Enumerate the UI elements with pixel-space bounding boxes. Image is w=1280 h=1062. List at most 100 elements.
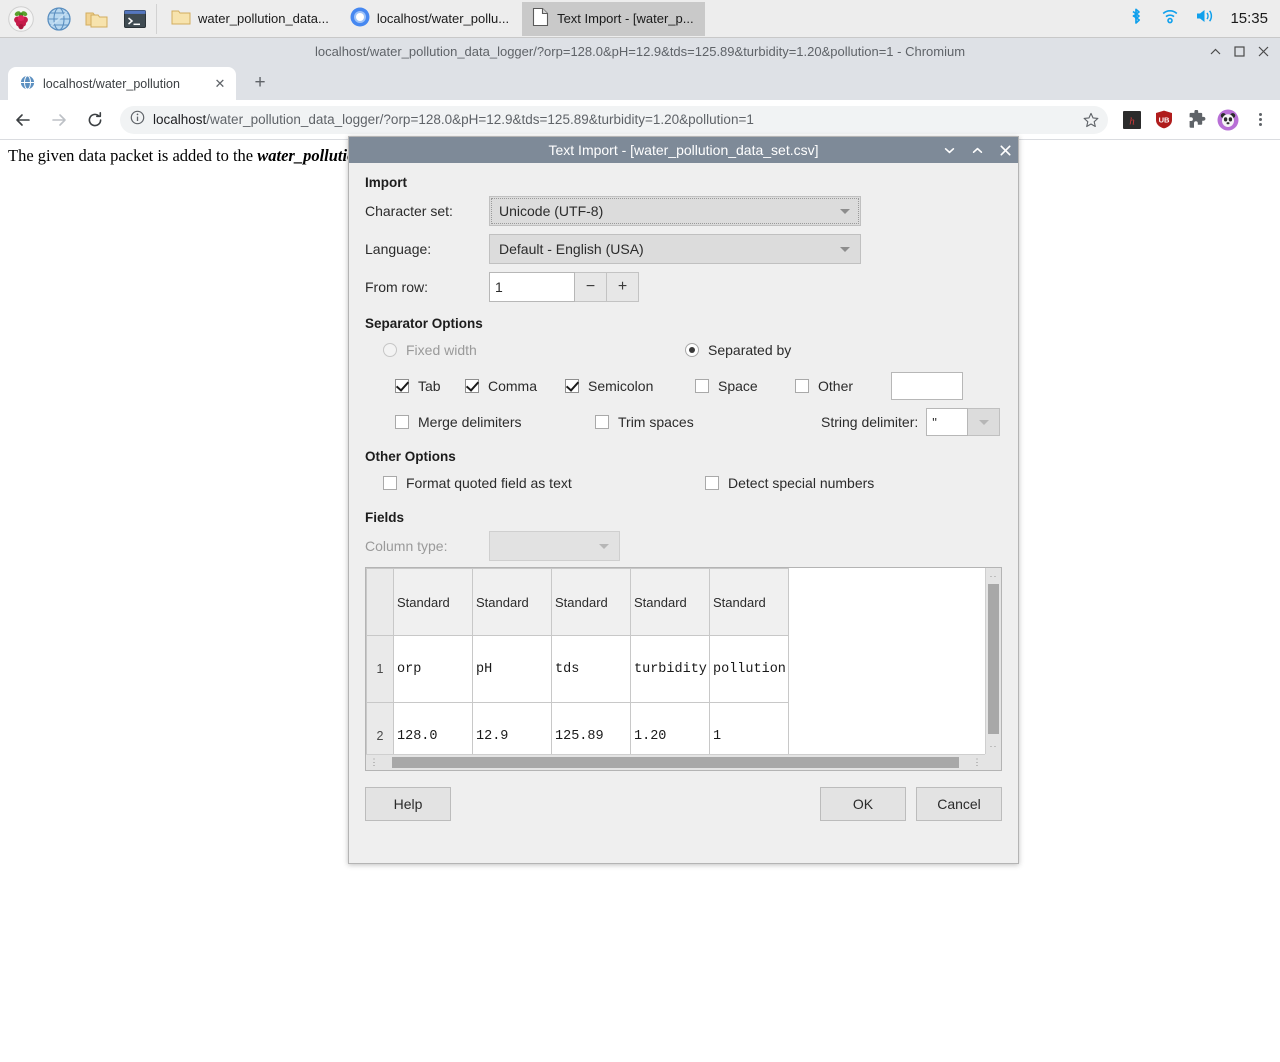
back-button[interactable]	[8, 105, 38, 135]
tab-close-icon[interactable]: ✕	[212, 76, 228, 92]
string-delimiter-label: String delimiter:	[821, 414, 918, 430]
separator-semicolon-label: Semicolon	[588, 378, 653, 394]
fixed-width-radio[interactable]	[383, 343, 397, 357]
separator-space-checkbox[interactable]	[695, 379, 709, 393]
from-row-decrement-button[interactable]: −	[575, 272, 607, 302]
column-header-3[interactable]: Standard	[631, 569, 710, 636]
trim-spaces-item[interactable]: Trim spaces	[595, 414, 821, 430]
separated-by-radio[interactable]	[685, 343, 699, 357]
format-quoted-item[interactable]: Format quoted field as text	[383, 475, 705, 491]
format-quoted-checkbox[interactable]	[383, 476, 397, 490]
merge-delimiters-checkbox[interactable]	[395, 415, 409, 429]
grid-vertical-scrollbar[interactable]: ·· ··	[985, 568, 1001, 754]
separator-space-checkbox-item[interactable]: Space	[695, 378, 795, 394]
grid-horizontal-scrollbar[interactable]: ⋮ ⋮	[366, 754, 985, 770]
language-value: Default - English (USA)	[499, 241, 834, 257]
grid-viewport: Standard Standard Standard Standard Stan…	[366, 568, 1001, 770]
fields-section: Fields Column type: Standard Standard S	[365, 510, 1002, 771]
chromium-icon	[349, 6, 371, 31]
column-header-4[interactable]: Standard	[710, 569, 789, 636]
reload-button[interactable]	[80, 105, 110, 135]
scrollbar-down-grip[interactable]: ··	[986, 738, 1001, 754]
separator-comma-checkbox[interactable]	[465, 379, 479, 393]
dialog-maximize-button[interactable]	[970, 143, 984, 157]
dialog-close-button[interactable]	[998, 143, 1012, 157]
scrollbar-left-grip[interactable]: ⋮	[366, 757, 382, 768]
column-header-0[interactable]: Standard	[394, 569, 473, 636]
fixed-width-radio-item[interactable]: Fixed width	[365, 342, 685, 358]
merge-delimiters-item[interactable]: Merge delimiters	[395, 414, 595, 430]
data-preview-grid[interactable]: Standard Standard Standard Standard Stan…	[365, 567, 1002, 771]
taskbar-clock: 15:35	[1230, 10, 1268, 27]
dialog-footer: Help OK Cancel	[349, 787, 1018, 821]
character-set-dropdown[interactable]: Unicode (UTF-8)	[489, 196, 861, 226]
language-dropdown[interactable]: Default - English (USA)	[489, 234, 861, 264]
dialog-minimize-button[interactable]	[942, 143, 956, 157]
ublock-origin-extension-icon[interactable]: UB	[1152, 108, 1176, 132]
taskbar-window-file-manager[interactable]: water_pollution_data...	[163, 2, 340, 36]
browser-tab[interactable]: localhost/water_pollution ✕	[8, 67, 236, 100]
taskbar-window-chromium[interactable]: localhost/water_pollu...	[342, 2, 520, 36]
detect-numbers-checkbox[interactable]	[705, 476, 719, 490]
extensions-puzzle-icon[interactable]	[1184, 108, 1208, 132]
ok-button[interactable]: OK	[820, 787, 906, 821]
chrome-menu-button[interactable]	[1248, 108, 1272, 132]
separator-other-input[interactable]	[891, 372, 963, 400]
scrollbar-up-grip[interactable]: ··	[986, 568, 1001, 584]
window-close-button[interactable]	[1256, 44, 1270, 58]
separator-tab-checkbox[interactable]	[395, 379, 409, 393]
web-browser-icon[interactable]	[44, 4, 74, 34]
bookmark-star-icon[interactable]	[1080, 109, 1102, 131]
wifi-icon[interactable]	[1160, 6, 1180, 31]
string-delimiter-dropdown-button[interactable]	[968, 408, 1000, 436]
language-label: Language:	[365, 241, 489, 257]
column-header-2[interactable]: Standard	[552, 569, 631, 636]
column-header-1[interactable]: Standard	[473, 569, 552, 636]
separator-comma-checkbox-item[interactable]: Comma	[465, 378, 565, 394]
new-tab-button[interactable]: +	[246, 69, 274, 97]
separated-by-radio-item[interactable]: Separated by	[685, 342, 791, 358]
horizontal-scroll-thumb[interactable]	[392, 757, 959, 768]
taskbar-window-label: Text Import - [water_p...	[557, 11, 694, 26]
string-delimiter-combo[interactable]: "	[926, 408, 1000, 436]
trim-spaces-label: Trim spaces	[618, 414, 694, 430]
site-info-icon[interactable]	[130, 110, 145, 130]
window-minimize-button[interactable]	[1208, 44, 1222, 58]
separator-semicolon-checkbox-item[interactable]: Semicolon	[565, 378, 695, 394]
column-type-label: Column type:	[365, 538, 489, 554]
help-button[interactable]: Help	[365, 787, 451, 821]
language-row: Language: Default - English (USA)	[365, 234, 1002, 264]
string-delimiter-value[interactable]: "	[926, 408, 968, 436]
address-bar[interactable]: localhost/water_pollution_data_logger/?o…	[120, 106, 1108, 134]
profile-avatar-icon[interactable]	[1216, 108, 1240, 132]
text-import-dialog: Text Import - [water_pollution_data_set.…	[348, 136, 1019, 864]
terminal-icon[interactable]	[120, 4, 150, 34]
separator-tab-checkbox-item[interactable]: Tab	[395, 378, 465, 394]
window-maximize-button[interactable]	[1232, 44, 1246, 58]
url-path: /water_pollution_data_logger/?orp=128.0&…	[206, 112, 754, 127]
folder-icon	[170, 6, 192, 31]
detect-numbers-label: Detect special numbers	[728, 475, 874, 491]
hypothesis-extension-icon[interactable]: h	[1120, 108, 1144, 132]
file-manager-icon[interactable]	[82, 4, 112, 34]
separator-other-checkbox[interactable]	[795, 379, 809, 393]
vertical-scroll-thumb[interactable]	[988, 584, 999, 734]
taskbar-window-text-import[interactable]: Text Import - [water_p...	[522, 2, 705, 36]
from-row-input[interactable]	[489, 272, 575, 302]
detect-numbers-item[interactable]: Detect special numbers	[705, 475, 874, 491]
separator-other-checkbox-item[interactable]: Other	[795, 378, 891, 394]
forward-button[interactable]	[44, 105, 74, 135]
trim-spaces-checkbox[interactable]	[595, 415, 609, 429]
separator-semicolon-checkbox[interactable]	[565, 379, 579, 393]
separator-space-label: Space	[718, 378, 758, 394]
cell-0-0: orp	[394, 636, 473, 703]
cancel-button[interactable]: Cancel	[916, 787, 1002, 821]
volume-icon[interactable]	[1194, 6, 1216, 31]
cell-0-2: tds	[552, 636, 631, 703]
bluetooth-icon[interactable]	[1126, 6, 1146, 31]
from-row-increment-button[interactable]: +	[607, 272, 639, 302]
column-type-dropdown[interactable]	[489, 531, 620, 561]
scrollbar-right-grip[interactable]: ⋮	[969, 757, 985, 768]
document-icon	[529, 6, 551, 31]
raspberry-pi-menu-icon[interactable]	[6, 4, 36, 34]
